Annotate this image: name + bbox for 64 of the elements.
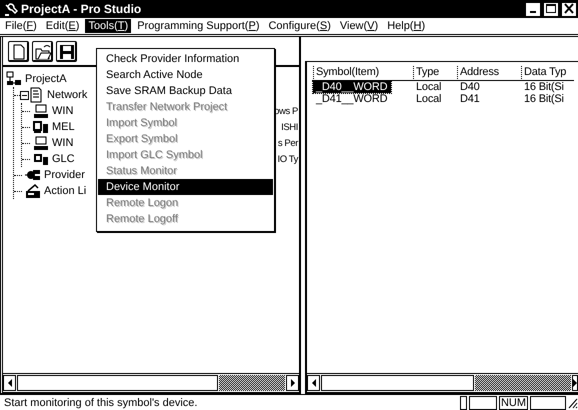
scroll-right-button[interactable] <box>572 375 578 391</box>
tree-item-text: ISHI <box>281 122 298 132</box>
document-icon <box>28 87 44 103</box>
column-header[interactable]: Address <box>457 66 521 81</box>
app-icon <box>4 2 18 16</box>
controller-icon <box>33 119 49 135</box>
printer-icon <box>25 183 41 199</box>
minimize-icon <box>530 10 536 12</box>
table-cell-text: 16 Bit(Si <box>523 93 565 105</box>
tree-item[interactable]: GLC <box>52 153 75 165</box>
menu-item[interactable]: Check Provider Information <box>98 51 273 67</box>
table-cell[interactable]: _D41__WORD <box>313 93 413 105</box>
table-cell-text: D41 <box>459 93 481 105</box>
tree-item[interactable]: WIN <box>52 105 74 117</box>
menu-item[interactable]: Save SRAM Backup Data <box>98 83 273 99</box>
save-button[interactable] <box>56 41 77 62</box>
menu-item[interactable]: File(F) <box>2 19 40 33</box>
open-folder-button[interactable] <box>32 41 53 62</box>
left-arrow-icon <box>310 379 316 387</box>
close-button[interactable] <box>562 2 576 16</box>
column-header[interactable]: Data Typ <box>521 66 574 81</box>
computer-icon <box>33 135 49 151</box>
menu-item[interactable]: Help(H) <box>384 19 428 33</box>
connector-icon <box>25 167 41 183</box>
menu-item[interactable]: View(V) <box>336 19 382 33</box>
status-indicator: NUM <box>498 396 528 410</box>
menu-item[interactable]: Tools(T) <box>85 19 132 33</box>
tree-item-text: IO Ty <box>277 154 298 164</box>
table-cell-text: Local <box>415 81 442 93</box>
menu-item[interactable]: Programming Support(P) <box>134 19 262 33</box>
tree-item[interactable]: Provider <box>44 169 85 181</box>
maximize-button[interactable] <box>544 2 558 16</box>
collapse-icon[interactable] <box>20 90 29 100</box>
new-document-button[interactable] <box>8 41 29 62</box>
scrollbar-thumb[interactable] <box>219 375 285 391</box>
window-title: ProjectA - Pro Studio <box>21 2 142 16</box>
scroll-left-button[interactable] <box>307 375 320 391</box>
computer-icon <box>33 103 49 119</box>
tree-item[interactable]: WIN <box>52 137 74 149</box>
table-cell-text: Local <box>415 93 442 105</box>
table-cell-text: D40 <box>459 81 481 93</box>
scrollbar-thumb[interactable] <box>475 375 571 391</box>
scroll-right-button[interactable] <box>286 375 299 391</box>
menu-item[interactable]: Search Active Node <box>98 67 273 83</box>
minimize-button[interactable] <box>526 2 540 16</box>
menu-item[interactable]: Device Monitor <box>98 179 273 195</box>
table-cell-text: 16 Bit(Si <box>523 81 565 93</box>
left-arrow-icon <box>6 379 12 387</box>
tree-item-text: s Per <box>278 138 298 148</box>
menu-item[interactable]: Configure(S) <box>265 19 334 33</box>
right-arrow-icon <box>572 379 578 387</box>
tree-item[interactable]: Network <box>47 89 88 101</box>
table-cell[interactable]: _D40__WORD <box>313 81 392 93</box>
menu-item[interactable]: Edit(E) <box>42 19 82 33</box>
right-arrow-icon <box>290 379 296 387</box>
resize-grip-icon <box>568 396 578 408</box>
network-icon <box>6 71 22 87</box>
tree-item[interactable]: ProjectA <box>25 73 67 85</box>
scroll-left-button[interactable] <box>3 375 16 391</box>
tree-item[interactable]: MEL <box>52 121 75 133</box>
column-header[interactable]: Type <box>413 66 457 81</box>
status-text: Start monitoring of this symbol's device. <box>4 396 198 408</box>
tree-item[interactable]: Action Li <box>44 185 86 197</box>
panel-icon <box>33 151 49 167</box>
